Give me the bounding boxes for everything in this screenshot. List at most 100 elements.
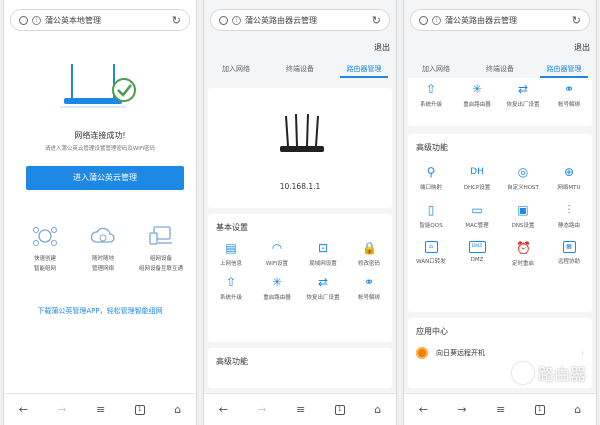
watermark-text: 路由器 (537, 365, 586, 384)
setting-upgrade[interactable]: ⇧ 系统升级 (408, 82, 454, 108)
timer-restart-icon: ⏰ (516, 241, 531, 255)
dns-icon: ▣ (517, 203, 529, 217)
home-icon[interactable]: ⌂ (174, 403, 181, 416)
tab-terminal-devices[interactable]: 终端设备 (268, 60, 332, 78)
adv-dmz[interactable]: DMZ DMZ (454, 241, 500, 267)
adv-dhcp[interactable]: DH DHCP设置 (454, 165, 500, 191)
home-icon[interactable]: ⌂ (374, 403, 381, 416)
lock-icon: 🔒 (362, 241, 377, 255)
feature-line2: 智能组网 (33, 266, 56, 272)
adv-custom-host[interactable]: ◎ 自定义HOST (500, 165, 546, 191)
remote-assist-icon: ▦ (562, 241, 576, 253)
setting-label: 恢复出厂设置 (506, 102, 540, 108)
tabs-icon[interactable]: 1 (134, 404, 145, 415)
adv-dns[interactable]: ▣ DNS设置 (500, 203, 546, 229)
setting-label: 智能QOS (419, 223, 443, 229)
feature-line1: 快速创建 (33, 256, 56, 262)
tab-join-network[interactable]: 加入网络 (404, 60, 468, 78)
unbind-icon: ⚭ (563, 82, 575, 96)
cloud-gear-icon (90, 227, 115, 243)
tab-router-management[interactable]: 路由器管理 (532, 60, 596, 78)
menu-icon[interactable]: ≡ (96, 403, 105, 416)
setting-label: DHCP设置 (463, 185, 491, 191)
reset-icon: ⇄ (317, 275, 329, 289)
reload-icon[interactable]: ↻ (372, 14, 381, 27)
adv-mac[interactable]: ▭ MAC管理 (454, 203, 500, 229)
tabs-icon[interactable]: 1 (534, 404, 545, 415)
download-app-link[interactable]: 下载蒲公英管理APP，轻松管理智能组网 (4, 306, 196, 316)
restart-icon: ✳ (471, 82, 483, 96)
tab-bar: 加入网络 终端设备 路由器管理 (204, 60, 396, 78)
url-bar[interactable]: i 蒲公英路由器云管理 ↻ (410, 9, 590, 31)
router-success-illustration (60, 64, 136, 108)
setting-internet-info[interactable]: ▤ 上网信息 (208, 241, 254, 267)
forward-icon[interactable]: → (57, 403, 66, 416)
adv-wan-forward[interactable]: ⌂ WAN口转发 (408, 241, 454, 267)
setting-restart[interactable]: ✳ 重启路由器 (454, 82, 500, 108)
setting-label: 重启路由器 (263, 295, 291, 301)
tabs-icon[interactable]: 1 (334, 404, 345, 415)
feature-row: 快速创建 智能组网 随时随地 管理网络 组网设备 组网设备互联互通 (20, 224, 186, 272)
setting-label: 帐号解绑 (557, 102, 580, 108)
network-icon (33, 227, 57, 246)
info-icon[interactable]: i (32, 15, 41, 25)
back-icon[interactable]: ← (19, 403, 28, 416)
app-item-label: 向日葵远程开机 (436, 349, 485, 357)
router-card: 10.168.1.1 (208, 88, 392, 208)
adv-mtu[interactable]: ⊕ 网络MTU (546, 165, 592, 191)
setting-factory-reset[interactable]: ⇄ 恢复出厂设置 (500, 82, 546, 108)
setting-label: 局域网设置 (309, 261, 337, 267)
setting-upgrade[interactable]: ⇧ 系统升级 (208, 275, 254, 301)
upgrade-icon: ⇧ (425, 82, 437, 96)
adv-static-route[interactable]: ⫶ 静态路由 (546, 203, 592, 229)
setting-wifi[interactable]: ◠ WiFi设置 (254, 241, 300, 267)
reload-icon[interactable]: ↻ (172, 14, 181, 27)
reload-icon[interactable]: ↻ (572, 14, 581, 27)
browser-nav-bar: ← → ≡ 1 ⌂ (4, 393, 196, 425)
tab-terminal-devices[interactable]: 终端设备 (468, 60, 532, 78)
search-icon (219, 15, 228, 25)
info-icon[interactable]: i (432, 15, 441, 25)
static-route-icon: ⫶ (567, 203, 571, 217)
back-icon[interactable]: ← (219, 403, 228, 416)
tab-bar: 加入网络 终端设备 路由器管理 (404, 60, 596, 78)
back-icon[interactable]: ← (419, 403, 428, 416)
setting-unbind[interactable]: ⚭ 帐号解绑 (546, 82, 592, 108)
setting-label: 修改密码 (357, 261, 380, 267)
basic-settings-card: 基本设置 ▤ 上网信息 ◠ WiFi设置 ⊡ 局域网设置 🔒 修改密码 ⇧ 系统升级 ✳ 重… (208, 214, 392, 342)
setting-restart[interactable]: ✳ 重启路由器 (254, 275, 300, 301)
setting-unbind[interactable]: ⚭ 帐号解绑 (346, 275, 392, 301)
adv-port-mapping[interactable]: ⚲ 端口映射 (408, 165, 454, 191)
setting-password[interactable]: 🔒 修改密码 (346, 241, 392, 267)
doc-icon: ▤ (225, 241, 237, 255)
adv-qos[interactable]: ▯ 智能QOS (408, 203, 454, 229)
tab-join-network[interactable]: 加入网络 (204, 60, 268, 78)
router-ip: 10.168.1.1 (279, 182, 321, 191)
setting-factory-reset[interactable]: ⇄ 恢复出厂设置 (300, 275, 346, 301)
adv-remote-assist[interactable]: ▦ 远程协助 (546, 241, 592, 267)
setting-label: 重启路由器 (463, 102, 491, 108)
menu-icon[interactable]: ≡ (296, 403, 305, 416)
info-icon[interactable]: i (232, 15, 241, 25)
phone-router-advanced: i 蒲公英路由器云管理 ↻ 退出 加入网络 终端设备 路由器管理 ⇧ 系统升级 ✳… (403, 0, 597, 425)
devices-icon (149, 226, 172, 245)
logout-link[interactable]: 退出 (374, 42, 390, 53)
logout-link[interactable]: 退出 (574, 42, 590, 53)
adv-timer-restart[interactable]: ⏰ 定时重启 (500, 241, 546, 267)
forward-icon[interactable]: → (257, 403, 266, 416)
success-title: 网络连接成功! (74, 131, 126, 140)
screenshot-collage: i 蒲公英本地管理 ↻ 网络连接成功! 请进入蒲公英云管理设置管理密码及WiFi… (0, 0, 600, 425)
tab-router-management[interactable]: 路由器管理 (332, 60, 396, 78)
forward-icon[interactable]: → (457, 403, 466, 416)
home-icon[interactable]: ⌂ (574, 403, 581, 416)
url-bar[interactable]: i 蒲公英路由器云管理 ↻ (210, 9, 390, 31)
url-bar[interactable]: i 蒲公英本地管理 ↻ (10, 9, 190, 31)
menu-icon[interactable]: ≡ (496, 403, 505, 416)
setting-lan[interactable]: ⊡ 局域网设置 (300, 241, 346, 267)
enter-cloud-management-button[interactable]: 进入蒲公英云管理 (26, 166, 184, 190)
feature-line2: 组网设备互联互通 (138, 266, 183, 272)
page-url-title: 蒲公英本地管理 (45, 15, 101, 25)
mac-icon: ▭ (471, 203, 483, 217)
dhcp-icon: DH (470, 167, 484, 177)
wan-forward-icon: ⌂ (424, 241, 438, 253)
